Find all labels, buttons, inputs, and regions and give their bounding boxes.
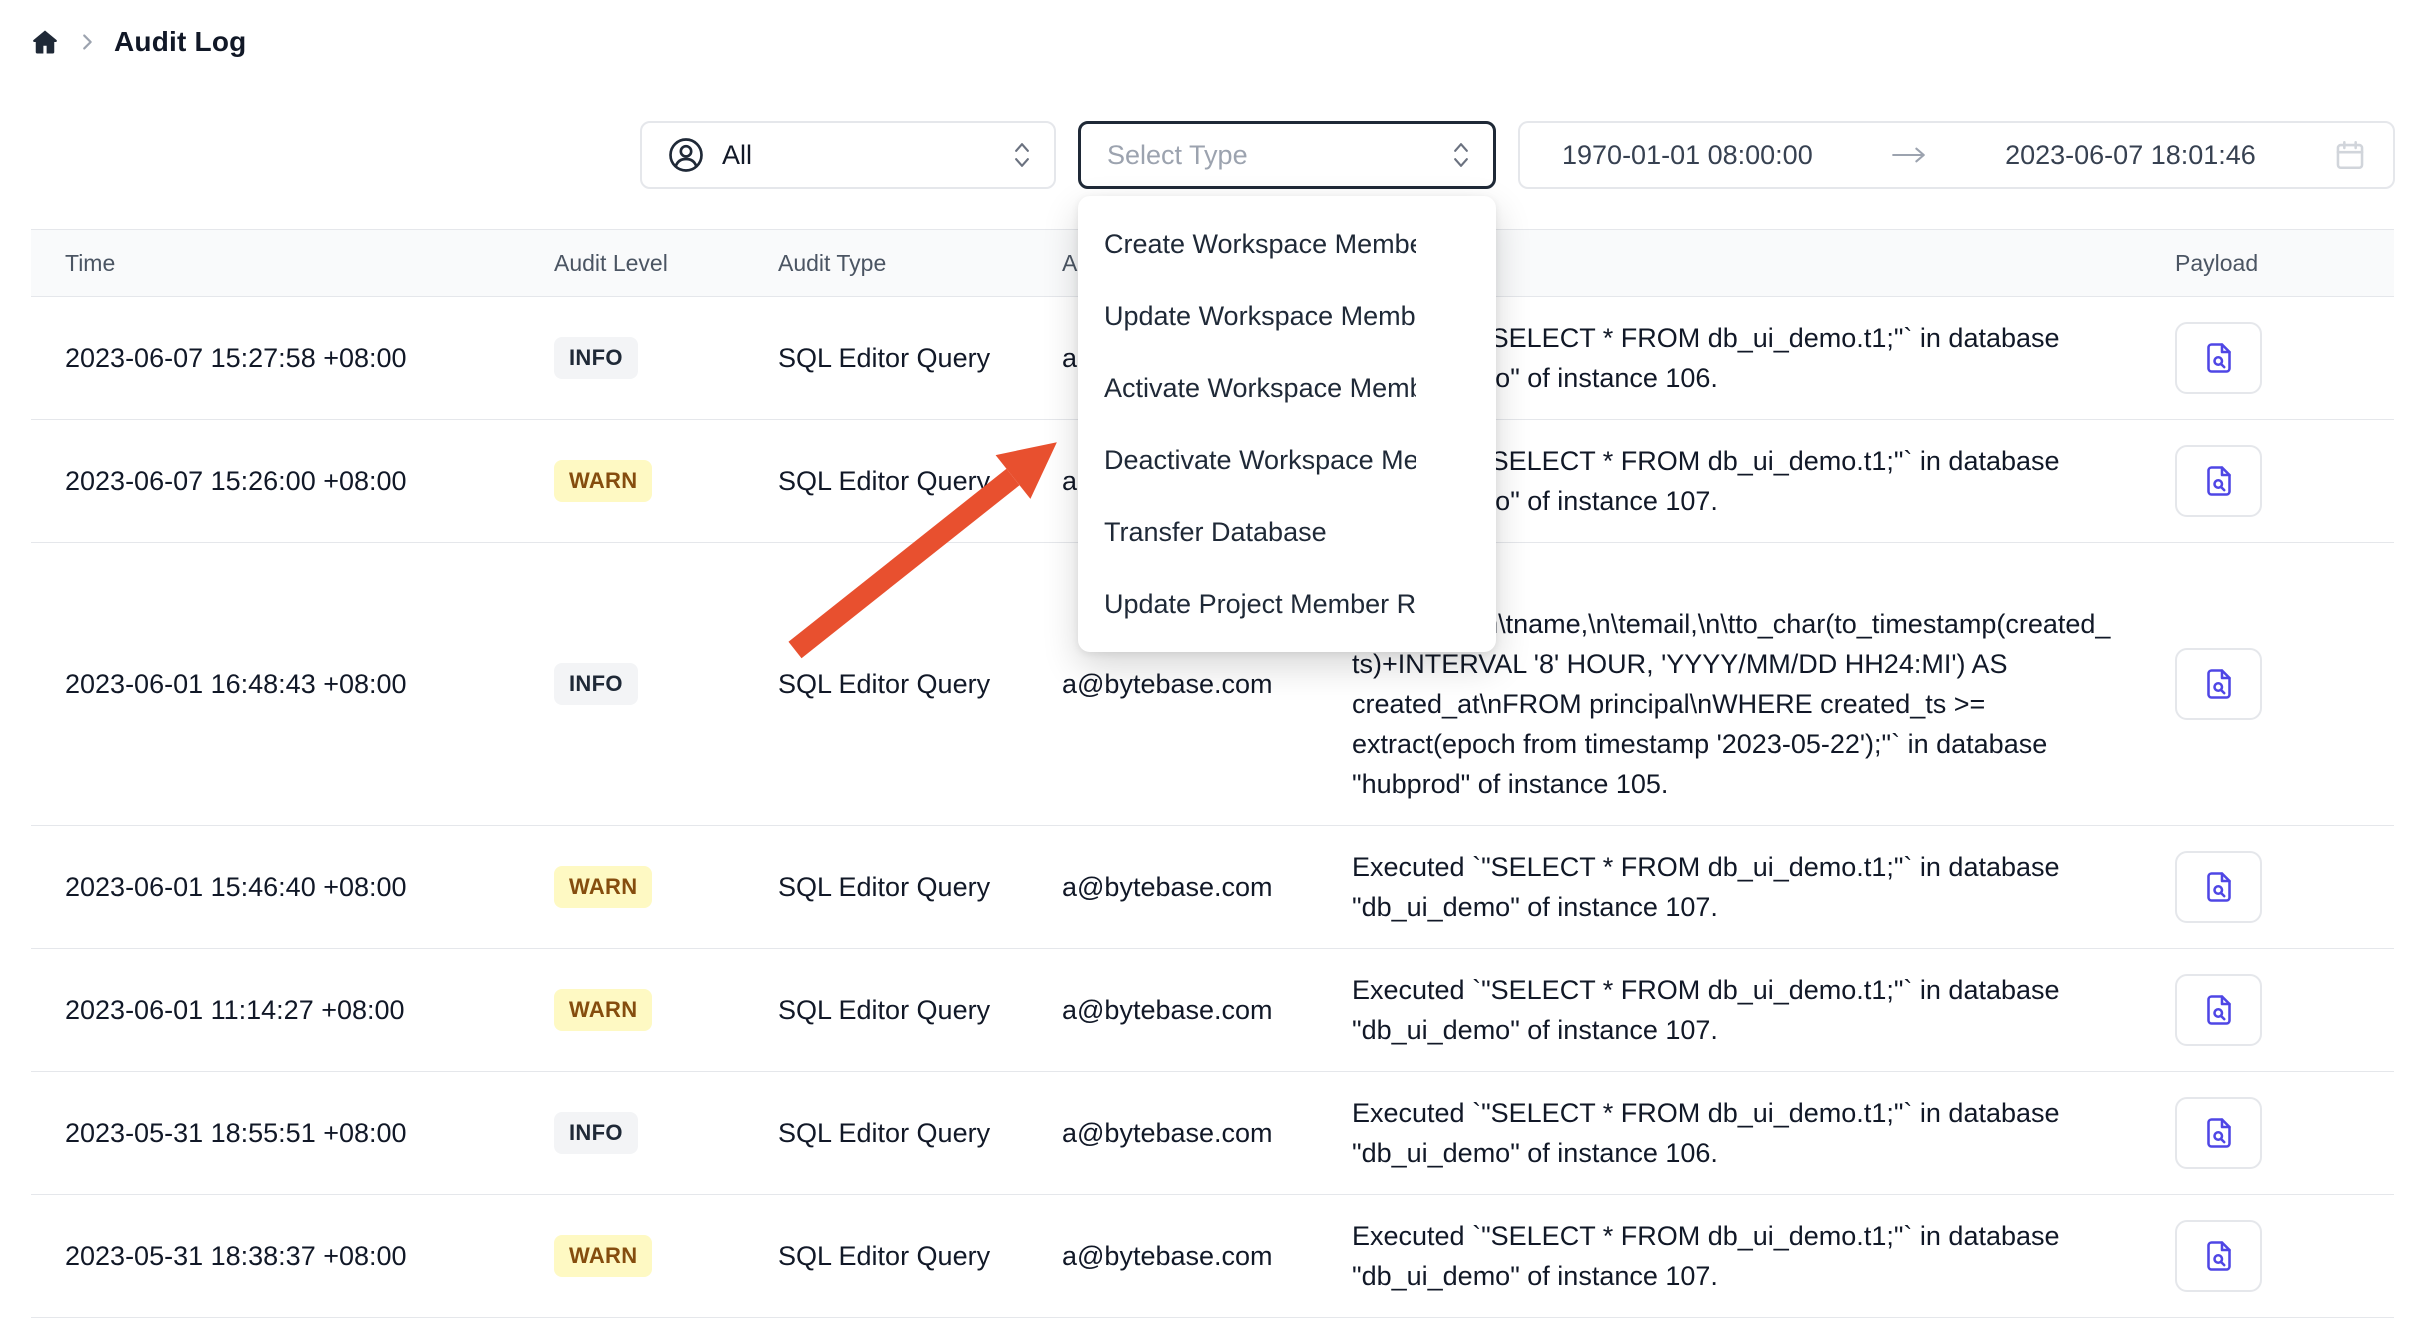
- cell-type: SQL Editor Query: [778, 1241, 1062, 1272]
- cell-payload: [2175, 322, 2394, 394]
- file-search-icon: [2201, 463, 2237, 499]
- actor-filter-value: All: [722, 140, 752, 171]
- cell-comment: Executed `"SELECT * FROM db_ui_demo.t1;"…: [1352, 1093, 2175, 1173]
- cell-time: 2023-06-07 15:26:00 +08:00: [65, 466, 554, 497]
- menu-item-create-workspace-member[interactable]: Create Workspace Member: [1078, 208, 1496, 280]
- date-range-picker[interactable]: 1970-01-01 08:00:00 2023-06-07 18:01:46: [1518, 121, 2395, 189]
- chevrons-up-down-icon: [1012, 140, 1032, 170]
- file-search-icon: [2201, 666, 2237, 702]
- cell-type: SQL Editor Query: [778, 872, 1062, 903]
- payload-button[interactable]: [2175, 1097, 2262, 1169]
- file-search-icon: [2201, 1238, 2237, 1274]
- cell-level: WARN: [554, 989, 778, 1031]
- cell-level: INFO: [554, 663, 778, 705]
- file-search-icon: [2201, 869, 2237, 905]
- payload-button[interactable]: [2175, 322, 2262, 394]
- cell-type: SQL Editor Query: [778, 1118, 1062, 1149]
- cell-type: SQL Editor Query: [778, 669, 1062, 700]
- audit-level-badge: WARN: [554, 460, 652, 502]
- col-payload: Payload: [2175, 250, 2394, 277]
- cell-time: 2023-05-31 18:55:51 +08:00: [65, 1118, 554, 1149]
- payload-button[interactable]: [2175, 445, 2262, 517]
- cell-level: WARN: [554, 866, 778, 908]
- cell-comment: Executed `"SELECT * FROM db_ui_demo.t1;"…: [1352, 1216, 2175, 1296]
- payload-button[interactable]: [2175, 974, 2262, 1046]
- col-audit-level: Audit Level: [554, 250, 778, 277]
- audit-level-badge: INFO: [554, 1112, 638, 1154]
- file-search-icon: [2201, 1115, 2237, 1151]
- cell-payload: [2175, 1220, 2394, 1292]
- cell-time: 2023-06-01 16:48:43 +08:00: [65, 669, 554, 700]
- cell-time: 2023-06-07 15:27:58 +08:00: [65, 343, 554, 374]
- col-audit-type: Audit Type: [778, 250, 1062, 277]
- cell-comment: Executed `"SELECT * FROM db_ui_demo.t1;"…: [1352, 847, 2175, 927]
- payload-button[interactable]: [2175, 648, 2262, 720]
- audit-level-badge: INFO: [554, 337, 638, 379]
- table-row: 2023-06-01 11:14:27 +08:00 WARN SQL Edit…: [31, 949, 2394, 1072]
- type-filter-select[interactable]: Select Type: [1078, 121, 1496, 189]
- chevrons-up-down-icon: [1451, 140, 1471, 170]
- menu-item-update-workspace-member-role[interactable]: Update Workspace Member Role: [1078, 280, 1496, 352]
- cell-actor: a@bytebase.com: [1062, 1241, 1352, 1272]
- audit-level-badge: WARN: [554, 1235, 652, 1277]
- cell-level: WARN: [554, 1235, 778, 1277]
- type-filter-placeholder: Select Type: [1107, 140, 1248, 171]
- cell-payload: [2175, 1097, 2394, 1169]
- cell-time: 2023-05-31 18:38:37 +08:00: [65, 1241, 554, 1272]
- calendar-icon: [2333, 138, 2367, 172]
- chevron-right-icon: [76, 31, 98, 53]
- user-circle-icon: [666, 135, 706, 175]
- cell-actor: a@bytebase.com: [1062, 669, 1352, 700]
- page-title: Audit Log: [114, 26, 246, 58]
- home-icon[interactable]: [30, 27, 60, 57]
- cell-time: 2023-06-01 15:46:40 +08:00: [65, 872, 554, 903]
- cell-type: SQL Editor Query: [778, 995, 1062, 1026]
- menu-item-update-project-member-role[interactable]: Update Project Member Role: [1078, 568, 1496, 640]
- cell-payload: [2175, 648, 2394, 720]
- menu-item-deactivate-workspace-member[interactable]: Deactivate Workspace Member: [1078, 424, 1496, 496]
- type-dropdown-menu: Create Workspace Member Update Workspace…: [1078, 196, 1496, 652]
- date-range-end: 2023-06-07 18:01:46: [2005, 140, 2256, 171]
- breadcrumb: Audit Log: [30, 26, 246, 58]
- file-search-icon: [2201, 340, 2237, 376]
- audit-level-badge: WARN: [554, 989, 652, 1031]
- cell-actor: a@bytebase.com: [1062, 872, 1352, 903]
- payload-button[interactable]: [2175, 1220, 2262, 1292]
- audit-level-badge: WARN: [554, 866, 652, 908]
- cell-payload: [2175, 851, 2394, 923]
- menu-item-transfer-database[interactable]: Transfer Database: [1078, 496, 1496, 568]
- audit-level-badge: INFO: [554, 663, 638, 705]
- cell-level: INFO: [554, 337, 778, 379]
- actor-filter-select[interactable]: All: [640, 121, 1056, 189]
- table-row: 2023-05-31 18:55:51 +08:00 INFO SQL Edit…: [31, 1072, 2394, 1195]
- cell-comment: Executed `"SELECT * FROM db_ui_demo.t1;"…: [1352, 970, 2175, 1050]
- file-search-icon: [2201, 992, 2237, 1028]
- cell-payload: [2175, 974, 2394, 1046]
- cell-level: INFO: [554, 1112, 778, 1154]
- cell-actor: a@bytebase.com: [1062, 995, 1352, 1026]
- date-range-start: 1970-01-01 08:00:00: [1562, 140, 1813, 171]
- filter-bar: All Select Type 1970-01-01 08:00:00 2023…: [640, 121, 2395, 189]
- table-row: 2023-05-31 18:38:37 +08:00 WARN SQL Edit…: [31, 1195, 2394, 1318]
- payload-button[interactable]: [2175, 851, 2262, 923]
- cell-actor: a@bytebase.com: [1062, 1118, 1352, 1149]
- cell-type: SQL Editor Query: [778, 466, 1062, 497]
- cell-time: 2023-06-01 11:14:27 +08:00: [65, 995, 554, 1026]
- cell-type: SQL Editor Query: [778, 343, 1062, 374]
- menu-item-activate-workspace-member[interactable]: Activate Workspace Member: [1078, 352, 1496, 424]
- arrow-right-icon: [1890, 142, 1928, 168]
- cell-level: WARN: [554, 460, 778, 502]
- table-row: 2023-06-01 15:46:40 +08:00 WARN SQL Edit…: [31, 826, 2394, 949]
- col-time: Time: [65, 250, 554, 277]
- cell-payload: [2175, 445, 2394, 517]
